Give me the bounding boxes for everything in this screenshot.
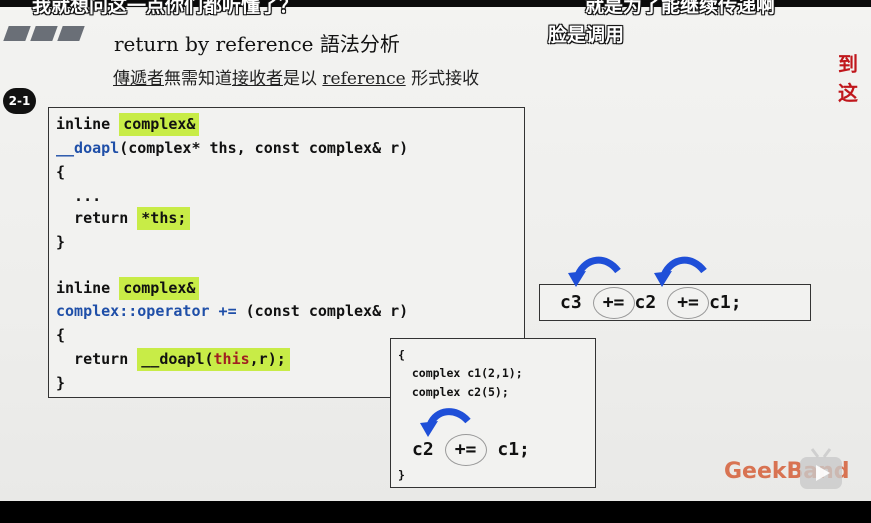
code-token: __doapl( <box>141 350 214 368</box>
subtitle-caption: 脸是调用 <box>548 24 625 46</box>
operand: c2 <box>412 439 434 460</box>
subtitle-part: 接收者 <box>232 69 283 89</box>
code-line: return __doapl(this,r); <box>56 348 290 371</box>
this-keyword: this <box>213 350 250 368</box>
operand: c1; <box>709 292 742 313</box>
return-arrow-icon <box>568 256 621 287</box>
code-line: complex::operator += (const complex& r) <box>56 302 408 320</box>
code-line: __doapl(complex* ths, const complex& r) <box>56 139 408 157</box>
subtitle-part: reference <box>322 69 406 89</box>
operand: c2 <box>634 292 657 313</box>
highlighted-token: complex& <box>119 113 200 136</box>
code-token: (const complex& r) <box>236 302 409 320</box>
code-token: (complex* ths, const complex& r) <box>119 139 409 157</box>
code-line: { <box>56 326 66 344</box>
highlighted-call: __doapl(this,r); <box>137 348 290 371</box>
slide-area: return by reference 語法分析 傳遞者無需知道接收者是以 re… <box>0 7 871 501</box>
highlighted-token: complex& <box>119 277 200 300</box>
operand: c3 <box>560 292 582 313</box>
subtitle-part: 傳遞者 <box>113 69 164 89</box>
operator-circle: += <box>667 287 710 319</box>
code-token: inline <box>56 279 120 297</box>
code-token: inline <box>56 115 120 133</box>
return-arrow-icon <box>420 408 471 437</box>
code-line: complex c2(5); <box>398 385 509 399</box>
subtitle-caption: 我就想问这一点你们都听懂了？ <box>32 0 299 17</box>
code-line: inline complex& <box>56 113 200 136</box>
code-line: { <box>398 348 405 362</box>
subtitle-part: 是以 <box>283 69 323 89</box>
operator-circle: += <box>592 287 635 319</box>
slide-title: return by reference 語法分析 <box>114 32 400 56</box>
tv-logo-icon <box>800 448 842 489</box>
title-decoration <box>3 26 87 45</box>
return-arrow-icon <box>654 256 707 287</box>
code-line: } <box>56 233 66 251</box>
subtitle-part: 形式接收 <box>405 69 480 89</box>
code-token: ,r); <box>249 350 286 368</box>
slide-subtitle: 傳遞者無需知道接收者是以 reference 形式接收 <box>113 64 479 89</box>
video-bottom-bar <box>0 501 871 523</box>
red-caption: 到这 <box>838 52 858 105</box>
code-line: } <box>398 468 405 482</box>
code-line: return *ths; <box>56 207 191 230</box>
code-line: inline complex& <box>56 277 200 300</box>
subtitle-part: 無需知道 <box>164 69 232 89</box>
operand: c1; <box>497 439 530 460</box>
subtitle-caption: 就是为了能继续传递啊 <box>585 0 776 17</box>
code-line: { <box>56 163 66 181</box>
code-line: } <box>56 374 66 392</box>
function-name: __doapl <box>56 139 120 157</box>
code-line: complex c1(2,1); <box>398 366 523 380</box>
section-badge: 2-1 <box>3 88 36 114</box>
code-line: ... <box>56 187 102 205</box>
highlighted-token: *ths; <box>137 207 191 230</box>
code-token: return <box>56 350 138 368</box>
operator-name: complex::operator += <box>56 302 237 320</box>
code-token: return <box>56 209 138 227</box>
